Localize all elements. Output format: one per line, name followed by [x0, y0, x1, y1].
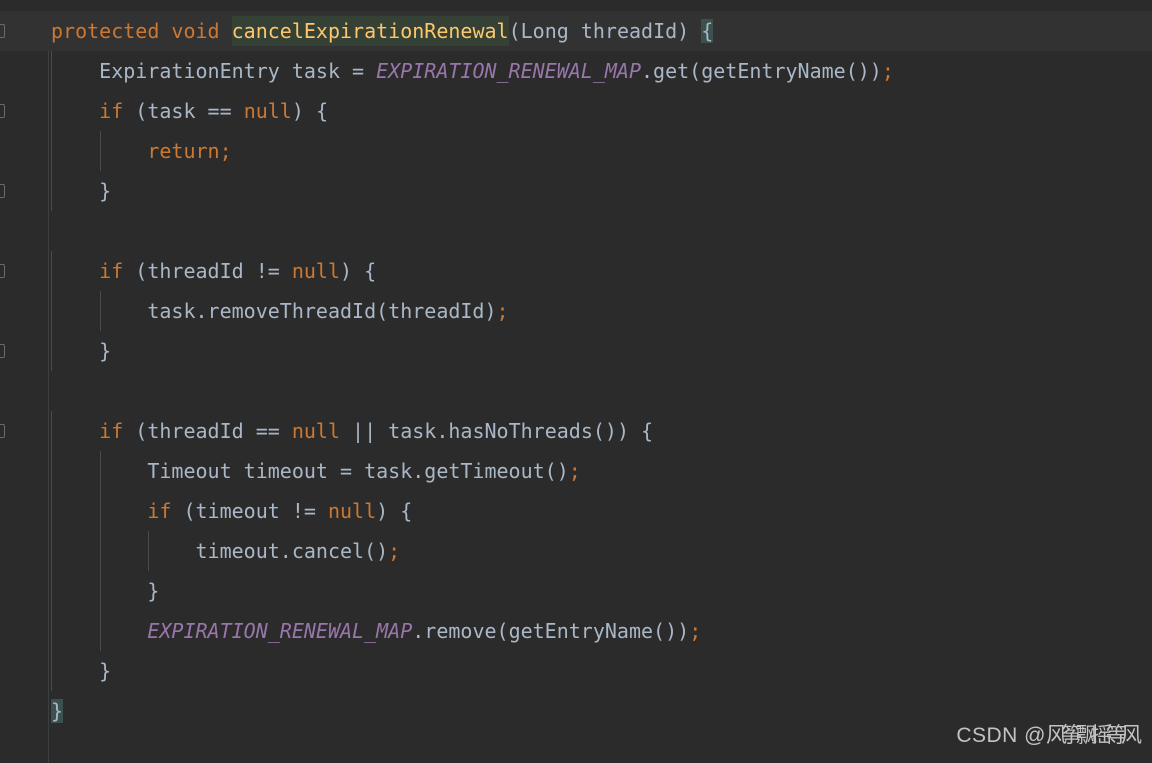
code-line-text: }	[0, 691, 64, 731]
code-line-text: }	[0, 171, 111, 211]
code-token: EXPIRATION_RENEWAL_MAP	[147, 619, 413, 643]
code-line[interactable]	[0, 211, 1152, 251]
code-line[interactable]: if (task == null) {	[0, 91, 1152, 131]
code-line-text: if (threadId == null || task.hasNoThread…	[0, 411, 653, 451]
code-line[interactable]: EXPIRATION_RENEWAL_MAP.remove(getEntryNa…	[0, 611, 1152, 651]
code-token: void	[171, 19, 220, 43]
code-line-text: return;	[0, 131, 232, 171]
code-line-text: timeout.cancel();	[0, 531, 400, 571]
code-token: Timeout timeout = task.getTimeout()	[51, 459, 569, 483]
code-token: }	[51, 339, 112, 363]
code-token: ;	[388, 539, 401, 563]
code-line[interactable]: if (timeout != null) {	[0, 491, 1152, 531]
csdn-watermark: CSDN @风筝飘摇等风	[956, 719, 1142, 749]
code-token: task.removeThreadId(threadId)	[51, 299, 497, 323]
code-token: .remove(getEntryName())	[412, 619, 690, 643]
code-token: ;	[496, 299, 509, 323]
editor-top-padding	[0, 0, 1152, 11]
code-line-text: if (task == null) {	[0, 91, 328, 131]
code-token: ;	[568, 459, 581, 483]
code-token: || task.hasNoThreads()) {	[340, 419, 654, 443]
code-token: }	[51, 699, 64, 723]
code-token: ExpirationEntry task =	[51, 59, 377, 83]
code-line-text: }	[0, 571, 159, 611]
code-line[interactable]: }	[0, 331, 1152, 371]
code-token: cancelExpirationRenewal	[231, 16, 509, 46]
code-token: if	[99, 419, 124, 443]
code-token: }	[51, 579, 160, 603]
code-line[interactable]: task.removeThreadId(threadId);	[0, 291, 1152, 331]
code-line[interactable]: }	[0, 171, 1152, 211]
code-line[interactable]: }	[0, 651, 1152, 691]
code-token: ) {	[340, 259, 377, 283]
code-token: }	[51, 179, 112, 203]
code-token: .get(getEntryName())	[641, 59, 882, 83]
code-line[interactable]: if (threadId == null || task.hasNoThread…	[0, 411, 1152, 451]
watermark-prefix: CSDN @	[956, 724, 1046, 747]
code-token: ;	[881, 59, 894, 83]
code-editor[interactable]: protected void cancelExpirationRenewal(L…	[0, 0, 1152, 763]
code-token: ) {	[291, 99, 328, 123]
code-line[interactable]: protected void cancelExpirationRenewal(L…	[0, 11, 1152, 51]
code-line-text: }	[0, 331, 111, 371]
code-line-text: }	[0, 651, 111, 691]
code-token: EXPIRATION_RENEWAL_MAP	[376, 59, 642, 83]
code-line[interactable]: ExpirationEntry task = EXPIRATION_RENEWA…	[0, 51, 1152, 91]
watermark-username: 风筝飘摇等风	[1046, 724, 1142, 747]
code-token: if	[99, 99, 124, 123]
code-token: if	[99, 259, 124, 283]
code-line-text: EXPIRATION_RENEWAL_MAP.remove(getEntryNa…	[0, 611, 701, 651]
code-line[interactable]	[0, 371, 1152, 411]
code-line-text: protected void cancelExpirationRenewal(L…	[0, 11, 714, 51]
code-line[interactable]: }	[0, 571, 1152, 611]
code-token: timeout.cancel()	[51, 539, 389, 563]
code-token: (threadId !=	[123, 259, 292, 283]
code-line-text: task.removeThreadId(threadId);	[0, 291, 509, 331]
code-token: (threadId ==	[123, 419, 292, 443]
code-line-text: ExpirationEntry task = EXPIRATION_RENEWA…	[0, 51, 894, 91]
code-token: return	[147, 139, 220, 163]
code-line[interactable]: timeout.cancel();	[0, 531, 1152, 571]
code-token: {	[701, 19, 714, 43]
code-line-text: if (timeout != null) {	[0, 491, 412, 531]
code-lines[interactable]: protected void cancelExpirationRenewal(L…	[0, 11, 1152, 731]
code-line[interactable]: Timeout timeout = task.getTimeout();	[0, 451, 1152, 491]
code-line-text: if (threadId != null) {	[0, 251, 376, 291]
code-token: }	[51, 659, 112, 683]
code-token: if	[147, 499, 172, 523]
code-line-text: Timeout timeout = task.getTimeout();	[0, 451, 581, 491]
code-token: null	[327, 499, 377, 523]
code-token: null	[291, 419, 341, 443]
code-token: null	[243, 99, 292, 123]
code-token: ;	[689, 619, 702, 643]
code-token: null	[291, 259, 341, 283]
code-token: ;	[219, 139, 232, 163]
code-token: ) {	[376, 499, 413, 523]
code-token: (task ==	[123, 99, 244, 123]
code-token: (Long threadId)	[508, 19, 702, 43]
code-token: (timeout !=	[171, 499, 328, 523]
code-line[interactable]: if (threadId != null) {	[0, 251, 1152, 291]
code-line[interactable]: return;	[0, 131, 1152, 171]
code-token: protected	[51, 19, 160, 43]
